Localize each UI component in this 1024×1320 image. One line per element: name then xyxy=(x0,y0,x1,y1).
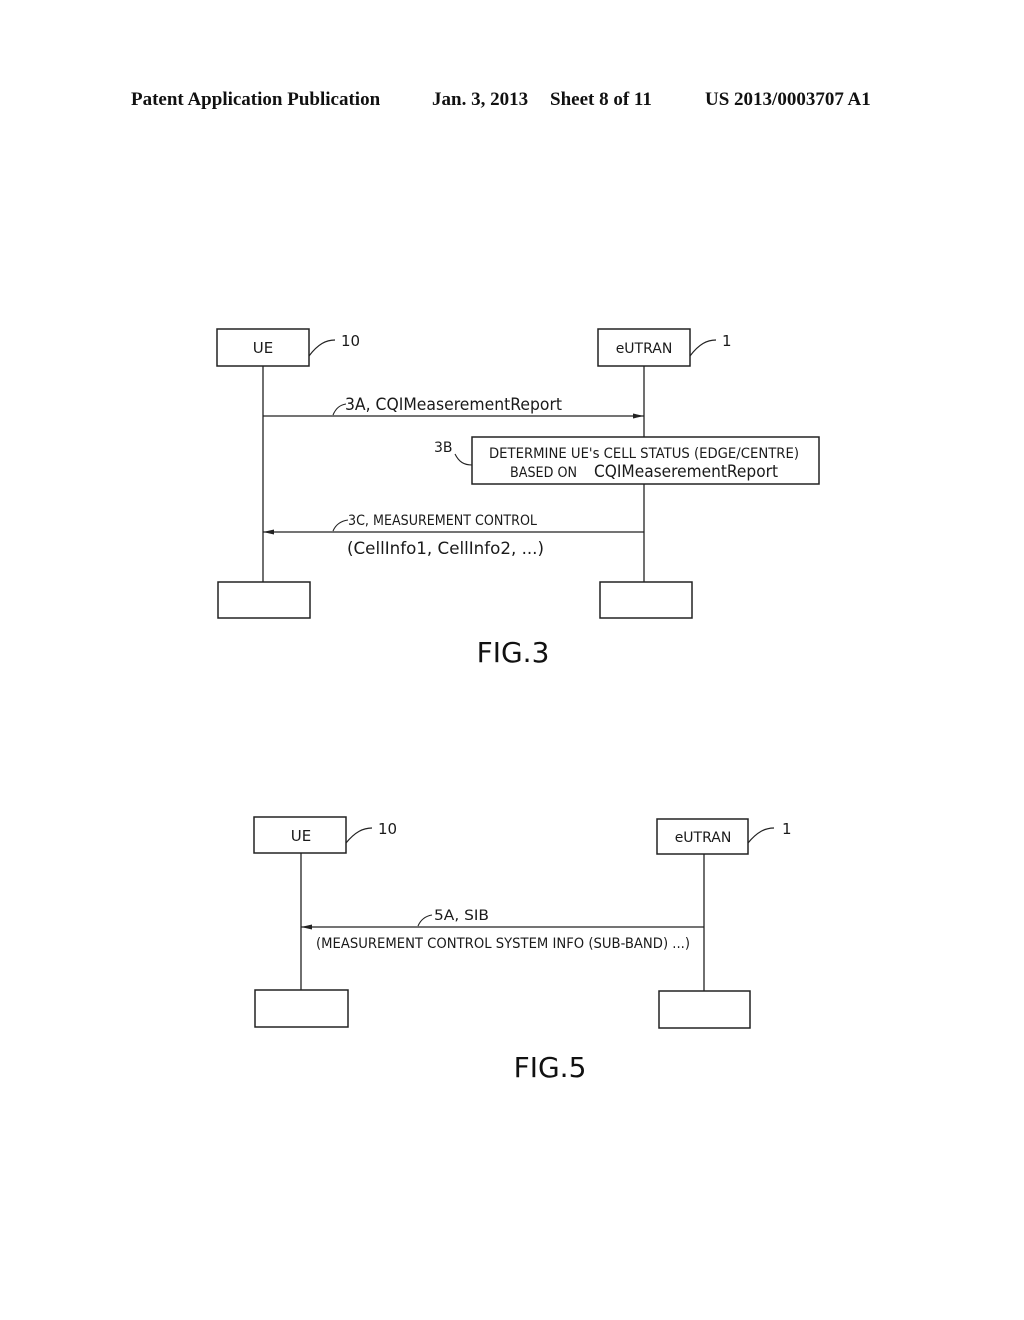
fig3-eutran-ref: 1 xyxy=(722,332,732,350)
fig5-ue-end-box xyxy=(254,989,349,1028)
fig3-3b-line1: DETERMINE UE's CELL STATUS (EDGE/CENTRE) xyxy=(489,446,799,462)
fig3-process-3b: 3B DETERMINE UE's CELL STATUS (EDGE/CENT… xyxy=(434,436,820,485)
fig3-3b-line2-prefix: BASED ON xyxy=(510,465,577,481)
fig5-5a-leader xyxy=(417,914,433,927)
fig3-3a-label: 3A, CQIMeaserementReport xyxy=(345,395,562,415)
fig5-ue-ref: 10 xyxy=(378,820,397,838)
fig3-eutran-entity: eUTRAN 1 xyxy=(597,328,732,367)
fig3-message-3c: 3C, MEASUREMENT CONTROL (CellInfo1, Cell… xyxy=(263,513,644,559)
fig5-ue-label: UE xyxy=(291,827,311,845)
fig5-5a-sublabel: (MEASUREMENT CONTROL SYSTEM INFO (SUB-BA… xyxy=(316,936,690,952)
fig3-message-3a: 3A, CQIMeaserementReport xyxy=(263,395,644,419)
fig3-caption: FIG.3 xyxy=(477,636,550,669)
fig5-ue-entity: UE 10 xyxy=(253,816,397,854)
fig5-eutran-entity: eUTRAN 1 xyxy=(656,818,792,855)
fig3-ue-ref: 10 xyxy=(341,332,360,350)
fig3-3c-leader xyxy=(332,519,349,532)
fig3-eutran-label: eUTRAN xyxy=(616,341,673,357)
fig5-caption: FIG.5 xyxy=(514,1051,587,1084)
fig5-eutran-ref: 1 xyxy=(782,820,792,838)
fig5-eutran-ref-leader xyxy=(747,827,775,844)
fig5-eutran-label: eUTRAN xyxy=(675,830,732,846)
fig5-ue-ref-leader xyxy=(345,827,373,844)
fig5-eutran-end-box xyxy=(658,990,751,1029)
sequence-diagrams: UE 10 eUTRAN 1 3A, CQIMeaserementReport … xyxy=(216,328,820,1084)
fig3-3b-ref: 3B xyxy=(434,440,453,456)
fig3-3c-label: 3C, MEASUREMENT CONTROL xyxy=(348,513,537,529)
fig3-ue-label: UE xyxy=(253,339,273,357)
fig3-eutran-end-box xyxy=(599,581,693,619)
fig3-ue-ref-leader xyxy=(308,339,336,357)
fig3-ue-end-box xyxy=(217,581,311,619)
fig3-eutran-ref-leader xyxy=(689,339,717,357)
fig5-message-5a: 5A, SIB (MEASUREMENT CONTROL SYSTEM INFO… xyxy=(301,908,704,952)
fig3-diagram: UE 10 eUTRAN 1 3A, CQIMeaserementReport … xyxy=(216,328,820,669)
fig3-3b-line2-value: CQIMeaserementReport xyxy=(594,462,778,482)
fig5-5a-label: 5A, SIB xyxy=(434,908,489,924)
fig3-3c-sublabel: (CellInfo1, CellInfo2, ...) xyxy=(347,539,544,559)
fig5-diagram: UE 10 eUTRAN 1 5A, SIB (MEASUREMENT CONT… xyxy=(253,816,792,1084)
fig3-ue-entity: UE 10 xyxy=(216,328,360,367)
fig3-3b-leader xyxy=(454,453,473,466)
